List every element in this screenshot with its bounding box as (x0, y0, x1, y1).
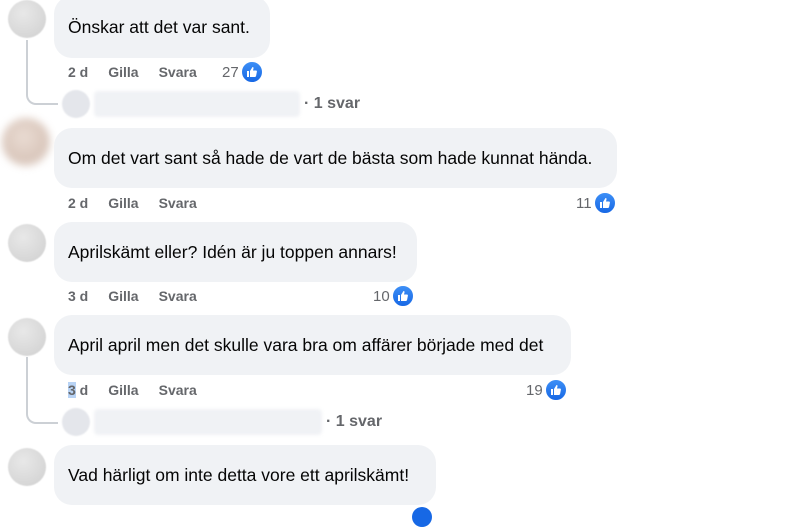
thread-connector (26, 357, 58, 424)
reply-button[interactable]: Svara (159, 64, 197, 80)
comment-text: Önskar att det var sant. (68, 17, 250, 37)
comment-bubble: Aprilskämt eller? Idén är ju toppen anna… (54, 222, 417, 282)
like-button[interactable]: Gilla (108, 288, 138, 304)
timestamp-highlight: 3 (68, 382, 76, 398)
reply-button[interactable]: Svara (159, 195, 197, 211)
like-button[interactable]: Gilla (108, 195, 138, 211)
reaction-count[interactable]: 27 (222, 61, 263, 83)
comment-timestamp[interactable]: 3 d (68, 288, 88, 304)
reaction-number: 19 (526, 381, 543, 399)
comment-actions: 3 d Gilla Svara (68, 380, 217, 400)
like-button[interactable]: Gilla (108, 382, 138, 398)
avatar[interactable] (8, 224, 46, 262)
reply-count-link[interactable]: · 1 svar (326, 413, 382, 431)
reply-author-name (94, 91, 300, 117)
reaction-count[interactable]: 10 (373, 285, 414, 307)
avatar[interactable] (2, 118, 50, 166)
timestamp-rest: d (75, 382, 89, 398)
reply-count-link[interactable]: · 1 svar (304, 95, 360, 113)
comment-bubble: Önskar att det var sant. (54, 0, 270, 58)
reply-avatar (62, 408, 90, 436)
avatar[interactable] (8, 318, 46, 356)
thumbs-up-icon (412, 507, 432, 527)
scroll-cutoff (0, 505, 800, 515)
comment-bubble: April april men det skulle vara bra om a… (54, 315, 571, 375)
view-replies[interactable]: · 1 svar (62, 408, 382, 436)
avatar[interactable] (8, 448, 46, 486)
reaction-number: 11 (576, 194, 592, 212)
reaction-count[interactable]: 19 (526, 379, 567, 401)
reply-button[interactable]: Svara (159, 288, 197, 304)
like-button[interactable]: Gilla (108, 64, 138, 80)
comment-text: Aprilskämt eller? Idén är ju toppen anna… (68, 242, 397, 262)
comment-text: April april men det skulle vara bra om a… (68, 335, 544, 355)
view-replies[interactable]: · 1 svar (62, 90, 360, 118)
reaction-count[interactable]: 11 (576, 192, 616, 214)
comment-actions: 2 d Gilla Svara (68, 193, 217, 213)
reaction-number: 27 (222, 63, 239, 81)
reply-button[interactable]: Svara (159, 382, 197, 398)
thread-connector (26, 40, 58, 105)
thumbs-up-icon (391, 285, 414, 307)
thumbs-up-icon (593, 192, 616, 214)
comment-bubble: Om det vart sant så hade de vart de bäst… (54, 128, 617, 188)
comment-timestamp[interactable]: 2 d (68, 195, 88, 211)
comment-timestamp[interactable]: 2 d (68, 64, 88, 80)
thumbs-up-icon (240, 61, 263, 83)
comment-actions: 2 d Gilla Svara (68, 62, 217, 82)
reaction-number: 10 (373, 287, 390, 305)
reply-author-name (94, 409, 322, 435)
comment-text: Vad härligt om inte detta vore ett april… (68, 465, 410, 485)
comment-text: Om det vart sant så hade de vart de bäst… (68, 148, 593, 168)
thumbs-up-icon (544, 379, 567, 401)
reply-avatar (62, 90, 90, 118)
comment-bubble: Vad härligt om inte detta vore ett april… (54, 445, 436, 505)
comment-timestamp[interactable]: 3 d (68, 382, 88, 398)
comment-actions: 3 d Gilla Svara (68, 286, 217, 306)
avatar[interactable] (8, 0, 46, 38)
